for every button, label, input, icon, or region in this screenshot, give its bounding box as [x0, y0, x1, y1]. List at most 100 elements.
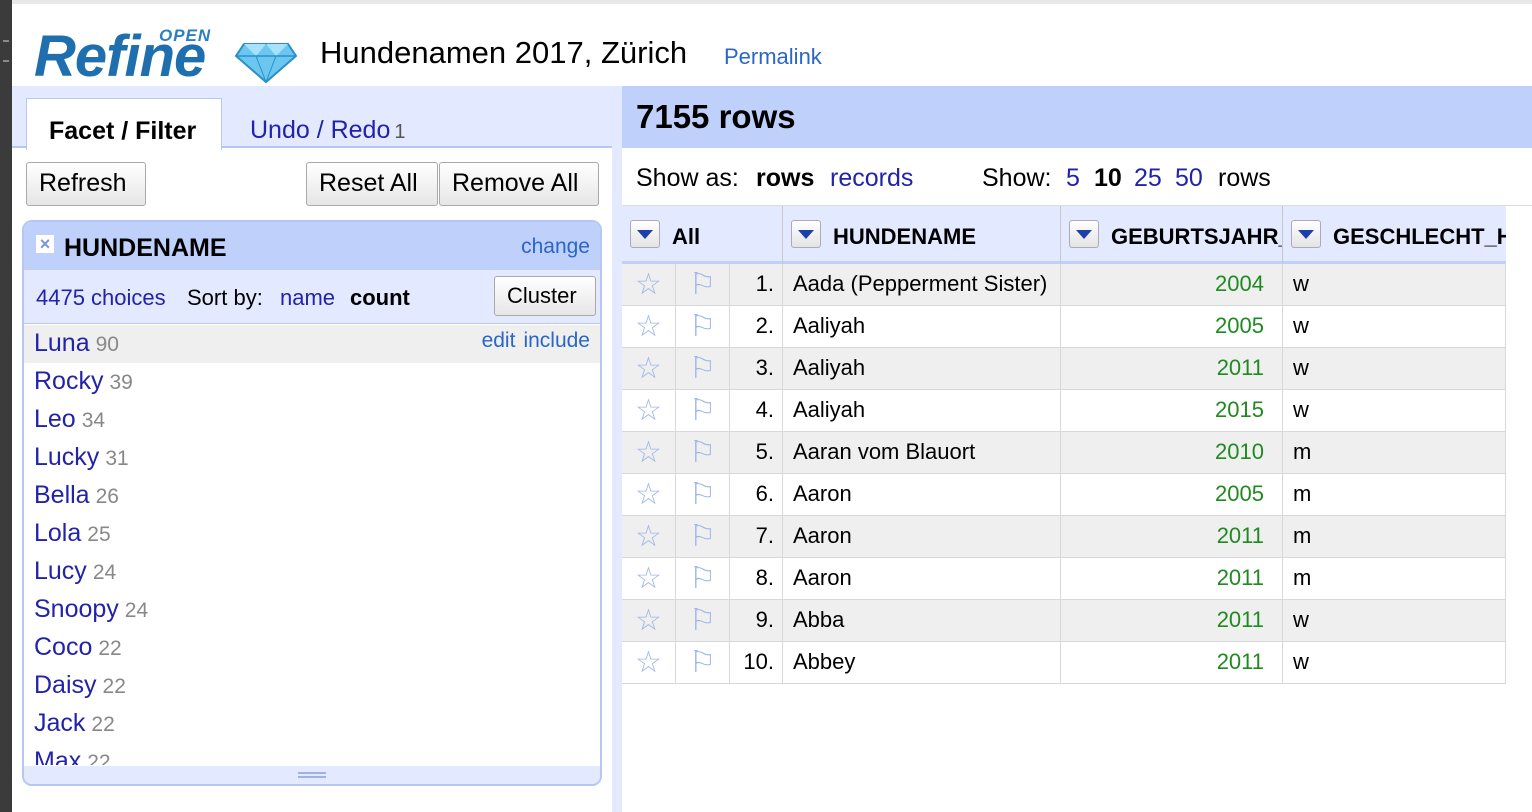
flag-icon[interactable]: ⚐ [676, 474, 730, 516]
project-title[interactable]: Hundenamen 2017, Zürich [320, 35, 687, 71]
cell-hundename[interactable]: Aaliyah [783, 390, 1061, 432]
permalink-link[interactable]: Permalink [724, 44, 822, 70]
dropdown-icon[interactable] [1291, 220, 1321, 248]
cell-hundename[interactable]: Abba [783, 600, 1061, 642]
cell-hundename[interactable]: Aaliyah [783, 348, 1061, 390]
cell-hundename[interactable]: Abbey [783, 642, 1061, 684]
sort-by-count-selected[interactable]: count [350, 285, 410, 311]
facet-change-link[interactable]: change [521, 235, 590, 259]
page-size-5[interactable]: 5 [1066, 164, 1080, 193]
facet-choice[interactable]: Jack 22 [24, 705, 600, 743]
show-as-rows-selected[interactable]: rows [756, 164, 814, 193]
choice-name[interactable]: Jack [34, 709, 85, 737]
cell-hundename[interactable]: Aaron [783, 474, 1061, 516]
column-header-all[interactable]: All [622, 206, 783, 264]
star-icon[interactable]: ☆ [622, 642, 676, 684]
facet-choice[interactable]: Lucky 31 [24, 439, 600, 477]
star-icon[interactable]: ☆ [622, 516, 676, 558]
cell-hundename[interactable]: Aaron [783, 558, 1061, 600]
facet-resize-handle[interactable] [24, 766, 600, 784]
close-icon[interactable]: × [36, 235, 54, 253]
cell-geschlecht[interactable]: m [1283, 474, 1506, 516]
choice-name[interactable]: Bella [34, 481, 90, 509]
reset-all-button[interactable]: Reset All [306, 162, 438, 206]
page-size-50[interactable]: 50 [1175, 164, 1203, 193]
facet-choice[interactable]: Rocky 39 [24, 363, 600, 401]
flag-icon[interactable]: ⚐ [676, 516, 730, 558]
flag-icon[interactable]: ⚐ [676, 432, 730, 474]
choice-name[interactable]: Rocky [34, 367, 103, 395]
tab-undo-redo[interactable]: Undo / Redo 1 [228, 98, 428, 150]
facet-choice[interactable]: Leo 34 [24, 401, 600, 439]
page-size-10-selected[interactable]: 10 [1094, 164, 1122, 193]
cell-geburtsjahr[interactable]: 2004 [1061, 264, 1283, 306]
cell-geschlecht[interactable]: w [1283, 306, 1506, 348]
panel-divider[interactable] [612, 86, 622, 812]
star-icon[interactable]: ☆ [622, 306, 676, 348]
cell-geburtsjahr[interactable]: 2011 [1061, 348, 1283, 390]
cell-geburtsjahr[interactable]: 2011 [1061, 642, 1283, 684]
star-icon[interactable]: ☆ [622, 558, 676, 600]
star-icon[interactable]: ☆ [622, 600, 676, 642]
cell-geburtsjahr[interactable]: 2010 [1061, 432, 1283, 474]
include-link[interactable]: include [523, 329, 590, 352]
star-icon[interactable]: ☆ [622, 264, 676, 306]
choice-name[interactable]: Daisy [34, 671, 97, 699]
column-header-geschlecht[interactable]: GESCHLECHT_H [1283, 206, 1506, 264]
facet-choice[interactable]: Lola 25 [24, 515, 600, 553]
flag-icon[interactable]: ⚐ [676, 306, 730, 348]
cell-geburtsjahr[interactable]: 2011 [1061, 516, 1283, 558]
facet-choice[interactable]: Coco 22 [24, 629, 600, 667]
edit-link[interactable]: edit [482, 329, 516, 352]
facet-choice[interactable]: Daisy 22 [24, 667, 600, 705]
cell-geschlecht[interactable]: w [1283, 642, 1506, 684]
flag-icon[interactable]: ⚐ [676, 600, 730, 642]
flag-icon[interactable]: ⚐ [676, 558, 730, 600]
choice-name[interactable]: Snoopy [34, 595, 119, 623]
cell-hundename[interactable]: Aaron [783, 516, 1061, 558]
star-icon[interactable]: ☆ [622, 348, 676, 390]
flag-icon[interactable]: ⚐ [676, 390, 730, 432]
choice-name[interactable]: Max [34, 747, 81, 765]
cell-geschlecht[interactable]: m [1283, 432, 1506, 474]
show-as-records-link[interactable]: records [830, 164, 913, 193]
choice-name[interactable]: Lucy [34, 557, 87, 585]
tab-facet-filter[interactable]: Facet / Filter [26, 98, 222, 150]
cell-geburtsjahr[interactable]: 2015 [1061, 390, 1283, 432]
refresh-button[interactable]: Refresh [26, 162, 146, 206]
flag-icon[interactable]: ⚐ [676, 264, 730, 306]
star-icon[interactable]: ☆ [622, 390, 676, 432]
facet-choice[interactable]: Max 22 [24, 743, 600, 765]
cell-geschlecht[interactable]: w [1283, 348, 1506, 390]
dropdown-icon[interactable] [630, 220, 660, 248]
choice-name[interactable]: Lucky [34, 443, 99, 471]
choice-name[interactable]: Leo [34, 405, 76, 433]
cluster-button[interactable]: Cluster [494, 276, 596, 316]
facet-choice[interactable]: Luna 90 edit include [24, 325, 600, 363]
dropdown-icon[interactable] [791, 220, 821, 248]
choices-count-link[interactable]: 4475 choices [36, 285, 166, 311]
star-icon[interactable]: ☆ [622, 474, 676, 516]
cell-geschlecht[interactable]: w [1283, 264, 1506, 306]
choice-name[interactable]: Lola [34, 519, 81, 547]
flag-icon[interactable]: ⚐ [676, 348, 730, 390]
column-header-geburtsjahr[interactable]: GEBURTSJAHR_ [1061, 206, 1283, 264]
openrefine-logo[interactable]: OPEN Refine [34, 24, 298, 90]
star-icon[interactable]: ☆ [622, 432, 676, 474]
cell-geschlecht[interactable]: m [1283, 558, 1506, 600]
facet-choice[interactable]: Bella 26 [24, 477, 600, 515]
page-size-25[interactable]: 25 [1134, 164, 1162, 193]
cell-geschlecht[interactable]: w [1283, 390, 1506, 432]
cell-hundename[interactable]: Aaliyah [783, 306, 1061, 348]
cell-hundename[interactable]: Aada (Pepperment Sister) [783, 264, 1061, 306]
column-header-hundename[interactable]: HUNDENAME [783, 206, 1061, 264]
choice-name[interactable]: Coco [34, 633, 92, 661]
cell-geburtsjahr[interactable]: 2011 [1061, 558, 1283, 600]
cell-geburtsjahr[interactable]: 2005 [1061, 474, 1283, 516]
cell-geschlecht[interactable]: m [1283, 516, 1506, 558]
cell-geburtsjahr[interactable]: 2005 [1061, 306, 1283, 348]
facet-choice[interactable]: Snoopy 24 [24, 591, 600, 629]
facet-choice-list[interactable]: Luna 90 edit include Rocky 39 Leo 34 Lucky 31… [24, 325, 600, 765]
facet-choice[interactable]: Lucy 24 [24, 553, 600, 591]
flag-icon[interactable]: ⚐ [676, 642, 730, 684]
